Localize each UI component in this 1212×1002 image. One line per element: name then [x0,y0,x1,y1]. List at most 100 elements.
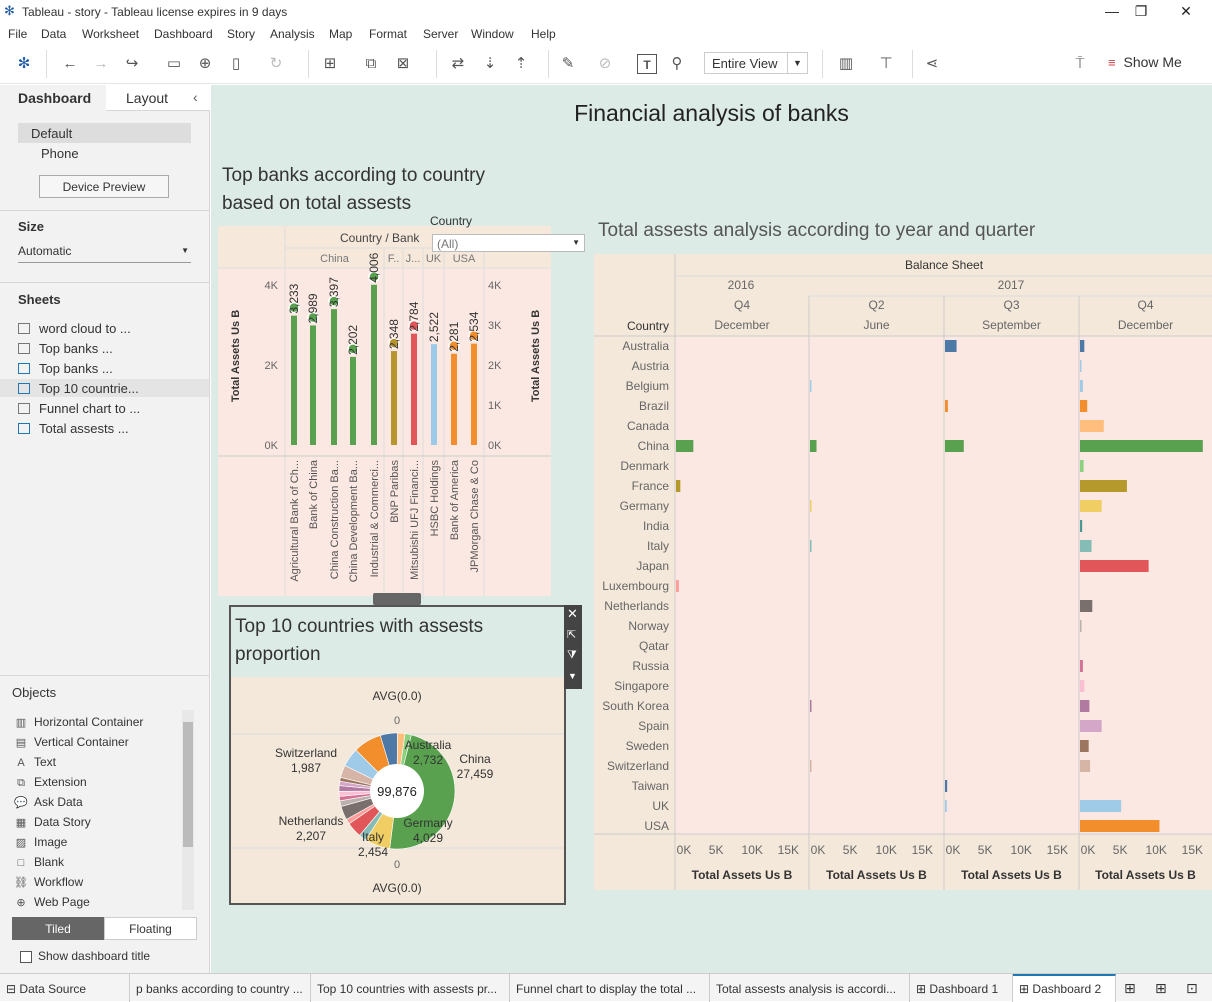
menu-server[interactable]: Server [423,27,458,41]
restore-button[interactable]: ❐ [1121,0,1161,24]
object-item-web-page[interactable]: ⊕ Web Page [14,895,89,909]
device-phone[interactable]: Phone [41,146,79,161]
redo-icon[interactable]: → [91,54,111,74]
object-item-workflow[interactable]: ⛓ Workflow [14,875,83,889]
sheet-item[interactable]: Top banks ... [18,341,113,359]
presentation-mode-icon[interactable]: ⊤ [876,54,896,74]
go-to-sheet-icon[interactable]: ⇱ [567,628,576,641]
dashboard-title: Financial analysis of banks [574,100,849,126]
fit-view-select[interactable]: Entire View ▼ [704,52,808,74]
device-preview-button[interactable]: Device Preview [39,175,169,198]
window-titlebar: ✻ Tableau - story - Tableau license expi… [0,0,1212,24]
sheet-item[interactable]: word cloud to ... [18,321,131,339]
asset-bar [676,580,679,592]
object-icon: A [17,757,25,769]
object-item-ask-data[interactable]: 💬 Ask Data [14,795,83,809]
object-icon: □ [17,857,25,869]
x-tick-label: 0K [811,843,826,857]
tab-dashboard[interactable]: Dashboard [0,85,106,111]
object-item-image[interactable]: ▨ Image [14,835,68,849]
tab-dashboard-1[interactable]: ⊞ Dashboard 1 [910,974,1013,1002]
sort-ascending-icon[interactable]: ⇣ [480,54,500,74]
clear-sheet-icon[interactable]: ⊠ [393,54,413,74]
tiled-button[interactable]: Tiled [12,917,104,940]
menu-data[interactable]: Data [41,27,66,41]
new-story-tab-icon[interactable]: ⊡ [1186,980,1198,997]
menu-map[interactable]: Map [329,27,352,41]
object-item-blank[interactable]: □ Blank [14,855,64,869]
floating-button[interactable]: Floating [104,917,197,940]
show-cards-icon[interactable]: ▥ [836,54,856,74]
objects-scrollbar[interactable] [182,710,194,910]
bank-name-label: Bank of China [308,459,320,529]
sheet-item[interactable]: Funnel chart to ... [18,401,140,419]
sheet-item[interactable]: Top banks ... [18,361,113,379]
replay-icon[interactable]: ↪ [122,54,142,74]
device-default[interactable]: Default [18,123,191,143]
show-title-checkbox[interactable] [20,951,32,963]
sheet-used-icon [18,423,30,435]
country-filter-select[interactable]: (All) ▼ [432,234,585,252]
pie-chart-panel[interactable]: Top 10 countries with assests proportion… [229,605,566,905]
y-axis-title: Total Assets Us B [230,310,242,402]
object-item-data-story[interactable]: ▦ Data Story [14,815,91,829]
asset-bar [810,440,817,452]
size-select[interactable]: Automatic ▼ [18,242,191,263]
object-label: Vertical Container [34,735,129,749]
tab-sheet[interactable]: Funnel chart to display the total ... [510,974,710,1002]
sheet-icon [18,343,30,355]
tab-sheet[interactable]: Total assests analysis is accordi... [710,974,910,1002]
close-icon[interactable]: ✕ [567,606,578,622]
new-datasource-icon[interactable]: ⊕ [195,54,215,74]
drag-handle[interactable] [373,593,421,605]
tab-sheet[interactable]: p banks according to country ... [130,974,311,1002]
assets-bar-chart: Balance Sheet 2016 2017 Q4 December Q2 June Q3 S… [594,254,1212,890]
highlight-icon[interactable]: ✎ [558,54,578,74]
collapse-pane-icon[interactable]: ‹ [193,89,198,105]
menu-help[interactable]: Help [531,27,556,41]
object-item-vertical-container[interactable]: ▤ Vertical Container [14,735,129,749]
new-worksheet-icon[interactable]: ⊞ [320,54,340,74]
swap-axes-icon[interactable]: ⇄ [448,54,468,74]
sort-descending-icon[interactable]: ⇡ [511,54,531,74]
sheet-item[interactable]: Total assests ... [18,421,129,439]
menu-file[interactable]: File [8,27,27,41]
more-options-icon[interactable]: ▼ [568,671,577,681]
close-window-button[interactable]: ✕ [1166,0,1206,24]
share-icon[interactable]: ⋖ [922,54,942,74]
show-labels-icon[interactable]: T [637,54,657,74]
new-worksheet-tab-icon[interactable]: ⊞ [1124,980,1136,997]
menu-format[interactable]: Format [369,27,407,41]
sheet-label: Top banks ... [39,341,113,356]
fix-axes-icon[interactable]: ⚲ [667,54,687,74]
sheet-item-selected[interactable]: Top 10 countrie... [0,379,209,397]
country-label: Spain [638,719,669,733]
group-icon[interactable]: ⊘ [595,54,615,74]
bank-value-label: 3,397 [327,277,341,307]
filter-icon[interactable]: ⧩ [567,649,577,662]
new-dashboard-tab-icon[interactable]: ⊞ [1155,980,1167,997]
save-icon[interactable]: ▭ [164,54,184,74]
tableau-home-icon[interactable]: ✻ [14,54,34,74]
pie-slice-value: 2,732 [413,753,443,767]
menu-worksheet[interactable]: Worksheet [82,27,139,41]
refresh-icon[interactable]: ↻ [266,54,286,74]
tab-dashboard-2[interactable]: ⊞ Dashboard 2 [1013,974,1116,1002]
duplicate-sheet-icon[interactable]: ⧉ [361,54,381,74]
object-item-extension[interactable]: ⧉ Extension [14,775,87,790]
tab-data-source[interactable]: ⊟ Data Source [0,974,130,1002]
undo-icon[interactable]: ← [60,54,80,74]
bank-name-label: China Development Ba... [348,460,360,582]
object-item-text[interactable]: A Text [14,755,56,769]
menu-analysis[interactable]: Analysis [270,27,315,41]
pause-updates-icon[interactable]: ▯ [226,54,246,74]
menu-story[interactable]: Story [227,27,255,41]
object-item-horizontal-container[interactable]: ▥ Horizontal Container [14,715,144,729]
menu-dashboard[interactable]: Dashboard [154,27,213,41]
format-painter-icon[interactable]: ⍑ [1070,54,1090,74]
x-tick-label: 10K [1011,843,1032,857]
show-me-button[interactable]: ≡ Show Me [1108,54,1182,70]
tab-sheet[interactable]: Top 10 countries with assests pr... [311,974,510,1002]
bank-bar [451,353,457,445]
menu-window[interactable]: Window [471,27,514,41]
